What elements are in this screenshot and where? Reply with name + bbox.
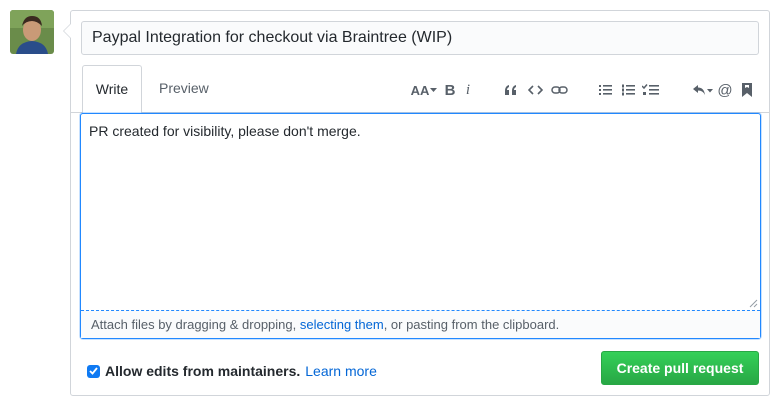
editor-tabbar: Write Preview AA B i @ — [71, 65, 769, 114]
resize-handle-icon[interactable] — [749, 299, 758, 308]
italic-label: i — [465, 81, 471, 98]
pr-body-text: PR created for visibility, please don't … — [89, 123, 361, 139]
italic-icon[interactable]: i — [463, 81, 473, 99]
learn-more-link[interactable]: Learn more — [305, 363, 377, 379]
link-icon[interactable] — [550, 81, 568, 99]
bullet-list-icon[interactable] — [598, 81, 612, 99]
select-files-link[interactable]: selecting them — [300, 317, 384, 332]
attach-files-bar[interactable]: Attach files by dragging & dropping, sel… — [81, 310, 760, 338]
check-icon — [89, 367, 98, 375]
new-pull-request-form: Paypal Integration for checkout via Brai… — [63, 10, 770, 396]
code-icon[interactable] — [527, 81, 543, 99]
text-size-icon[interactable]: AA — [409, 81, 439, 99]
attach-prefix: Attach files by dragging & dropping, — [91, 317, 300, 332]
quote-icon[interactable] — [503, 81, 519, 99]
allow-edits-checkbox[interactable] — [87, 364, 100, 378]
tab-preview[interactable]: Preview — [147, 65, 221, 113]
attach-suffix: , or pasting from the clipboard. — [383, 317, 560, 332]
bold-label: B — [444, 81, 456, 99]
avatar[interactable] — [10, 10, 54, 54]
bookmark-icon[interactable] — [741, 81, 753, 99]
bold-icon[interactable]: B — [443, 81, 457, 99]
pr-title-input[interactable]: Paypal Integration for checkout via Brai… — [81, 21, 759, 55]
avatar-image — [10, 10, 54, 54]
reply-icon[interactable] — [691, 81, 713, 99]
tab-write[interactable]: Write — [82, 65, 142, 114]
pr-body-textarea[interactable]: PR created for visibility, please don't … — [80, 113, 761, 339]
mention-icon[interactable]: @ — [717, 81, 733, 99]
allow-edits-label[interactable]: Allow edits from maintainers. — [105, 363, 300, 379]
task-list-icon[interactable] — [641, 81, 659, 99]
allow-edits-option: Allow edits from maintainers. Learn more — [87, 361, 377, 381]
mention-label: @ — [717, 81, 733, 99]
create-pull-request-button[interactable]: Create pull request — [601, 351, 759, 385]
numbered-list-icon[interactable] — [621, 81, 635, 99]
text-size-label: AA — [410, 82, 430, 98]
